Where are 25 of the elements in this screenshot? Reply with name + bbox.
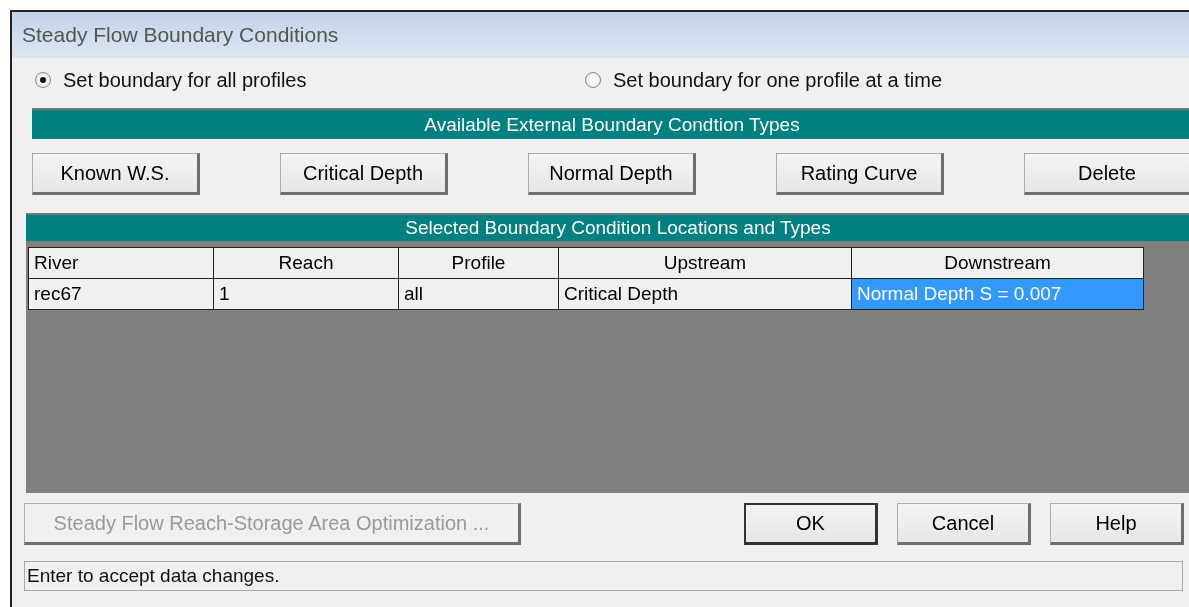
column-header: Upstream: [558, 247, 852, 279]
table-cell[interactable]: 1: [213, 278, 399, 310]
radio-button[interactable]: [35, 72, 51, 88]
section-header: Selected Boundary Condition Locations and Types: [26, 213, 1189, 241]
type-button[interactable]: Delete: [1024, 153, 1189, 195]
radio-label: Set boundary for all profiles: [63, 68, 307, 92]
type-button[interactable]: Normal Depth: [528, 153, 696, 195]
type-button[interactable]: Rating Curve: [776, 153, 944, 195]
window-title: Steady Flow Boundary Conditions: [22, 23, 339, 47]
table-cell[interactable]: Critical Depth: [558, 278, 852, 310]
radio-button[interactable]: [585, 72, 601, 88]
dialog-button[interactable]: Help: [1050, 503, 1184, 545]
column-header: Profile: [398, 247, 559, 279]
type-button[interactable]: Known W.S.: [32, 153, 200, 195]
column-header: River: [28, 247, 214, 279]
status-text: Enter to accept data changes.: [27, 565, 280, 587]
column-header: Reach: [213, 247, 399, 279]
section-header: Available External Boundary Condtion Types: [32, 108, 1189, 139]
table-cell[interactable]: all: [398, 278, 559, 310]
dialog-button[interactable]: Cancel: [897, 503, 1031, 545]
dialog-button[interactable]: OK: [744, 503, 878, 545]
table-cell[interactable]: rec67: [28, 278, 214, 310]
radio-label: Set boundary for one profile at a time: [613, 68, 943, 92]
column-header: Downstream: [851, 247, 1144, 279]
type-button[interactable]: Critical Depth: [280, 153, 448, 195]
